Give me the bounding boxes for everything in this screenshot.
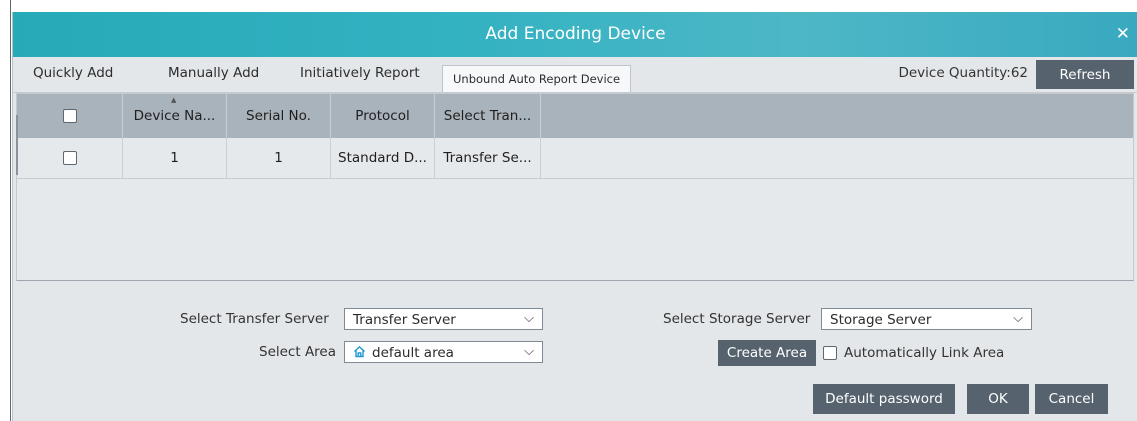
dialog-title: Add Encoding Device xyxy=(485,24,666,44)
tab-unbound-auto-report-device[interactable]: Unbound Auto Report Device xyxy=(442,65,632,92)
cell-protocol: Standard D... xyxy=(331,138,435,178)
tab-manually-add[interactable]: Manually Add xyxy=(168,57,259,90)
chevron-down-icon: ⌵ xyxy=(1013,311,1023,326)
home-icon xyxy=(354,345,365,358)
cell-device-name: 1 xyxy=(123,138,227,178)
column-device-name[interactable]: ▲ Device Na... xyxy=(123,94,227,138)
column-select-transfer[interactable]: Select Tran... xyxy=(435,94,541,138)
create-area-button[interactable]: Create Area xyxy=(718,340,816,366)
close-icon[interactable]: ✕ xyxy=(1116,12,1130,57)
window-edge xyxy=(0,0,12,421)
refresh-button[interactable]: Refresh xyxy=(1036,60,1134,89)
auto-link-area-label: Automatically Link Area xyxy=(844,345,1005,361)
storage-server-label: Select Storage Server xyxy=(663,311,811,327)
transfer-server-value: Transfer Server xyxy=(353,312,456,328)
area-select[interactable]: default area ⌵ xyxy=(344,341,543,363)
area-value: default area xyxy=(372,345,454,361)
cell-serial-no: 1 xyxy=(227,138,331,178)
auto-link-area-checkbox[interactable] xyxy=(823,346,837,360)
chevron-down-icon: ⌵ xyxy=(524,344,534,359)
table-header: ▲ Device Na... Serial No. Protocol Select… xyxy=(17,94,1133,138)
column-device-name-label: Device Na... xyxy=(133,108,216,124)
device-quantity: Device Quantity:62 xyxy=(898,65,1028,81)
tab-initiatively-report[interactable]: Initiatively Report xyxy=(300,57,420,90)
chevron-down-icon: ⌵ xyxy=(524,311,534,326)
cell-transfer-server: Transfer Se... xyxy=(435,138,541,178)
tab-quickly-add[interactable]: Quickly Add xyxy=(33,57,113,90)
tab-bar: Quickly Add Manually Add Initiatively Re… xyxy=(13,57,1137,93)
select-all-cell xyxy=(17,94,123,138)
table-scrollbar[interactable] xyxy=(16,115,18,175)
ok-button[interactable]: OK xyxy=(967,384,1029,414)
storage-server-value: Storage Server xyxy=(830,312,932,328)
column-serial-no[interactable]: Serial No. xyxy=(227,94,331,138)
sort-arrow-icon: ▲ xyxy=(171,96,177,104)
select-all-checkbox[interactable] xyxy=(62,109,77,123)
transfer-server-select[interactable]: Transfer Server ⌵ xyxy=(344,308,543,330)
row-select-cell xyxy=(17,138,123,178)
window-edge-line xyxy=(10,0,11,421)
storage-server-select[interactable]: Storage Server ⌵ xyxy=(821,308,1032,330)
transfer-server-label: Select Transfer Server xyxy=(180,311,329,327)
table-row[interactable]: 1 1 Standard D... Transfer Se... xyxy=(17,138,1133,179)
device-table: ▲ Device Na... Serial No. Protocol Select… xyxy=(16,93,1134,281)
dialog-title-bar[interactable]: Add Encoding Device ✕ xyxy=(13,12,1137,57)
default-password-button[interactable]: Default password xyxy=(813,384,955,414)
column-protocol[interactable]: Protocol xyxy=(331,94,435,138)
add-encoding-device-dialog: Add Encoding Device ✕ Quickly Add Manual… xyxy=(12,12,1137,421)
area-label: Select Area xyxy=(259,344,337,360)
cancel-button[interactable]: Cancel xyxy=(1035,384,1108,414)
row-checkbox[interactable] xyxy=(62,151,77,165)
